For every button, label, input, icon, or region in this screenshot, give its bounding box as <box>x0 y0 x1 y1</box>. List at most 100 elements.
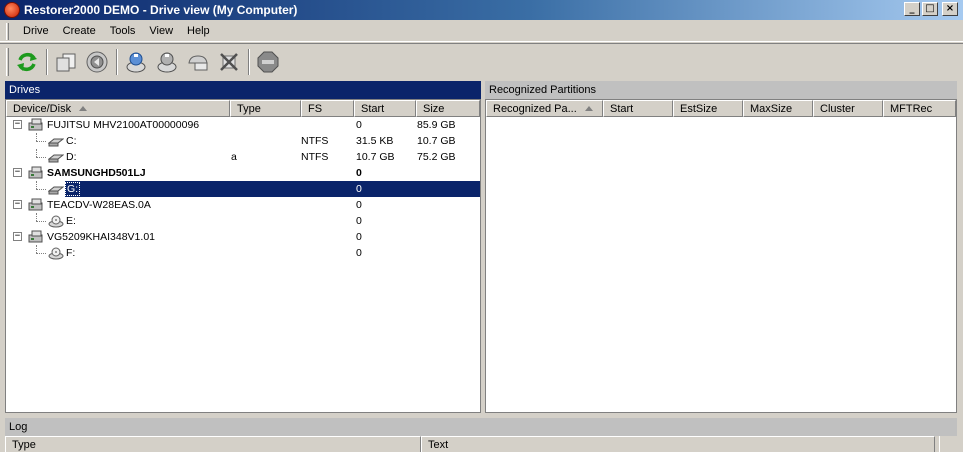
device-name: C: <box>66 135 77 147</box>
device-name: D: <box>66 151 77 163</box>
tree-line <box>36 133 37 141</box>
device-name: TEACDV-W28EAS.0A <box>47 199 151 211</box>
log-scrollbar[interactable] <box>939 436 957 452</box>
menu-view[interactable]: View <box>142 25 180 37</box>
column-mftrec[interactable]: MFTRec <box>883 100 956 117</box>
column-start[interactable]: Start <box>354 100 416 117</box>
toolbar <box>0 43 963 79</box>
copy-disk-button[interactable] <box>52 48 80 76</box>
column-size[interactable]: Size <box>416 100 480 117</box>
cell-start: 0 <box>356 215 362 227</box>
cdrom-icon <box>48 247 64 260</box>
device-name: G: <box>64 182 81 196</box>
menu-help[interactable]: Help <box>180 25 217 37</box>
menu-drive[interactable]: Drive <box>16 25 56 37</box>
hdd-icon <box>28 118 43 131</box>
cell-start: 10.7 GB <box>356 151 395 163</box>
column-maxsize[interactable]: MaxSize <box>743 100 813 117</box>
disk-row[interactable]: − VG5209KHAI348V1.01 0 <box>6 229 480 245</box>
tree-line <box>36 221 46 222</box>
scan-icon <box>126 52 146 72</box>
partition-row[interactable]: D: a NTFS 10.7 GB 75.2 GB <box>6 149 480 165</box>
delete-button[interactable] <box>215 48 243 76</box>
disk-row[interactable]: − TEACDV-W28EAS.0A 0 <box>6 197 480 213</box>
maximize-button[interactable]: □ <box>922 2 938 16</box>
device-name: FUJITSU MHV2100AT00000096 <box>47 119 200 131</box>
tree-line <box>36 157 46 158</box>
close-button[interactable]: × <box>942 2 958 16</box>
log-column-headers: Type Text <box>5 436 957 452</box>
column-cluster[interactable]: Cluster <box>813 100 883 117</box>
stop-icon <box>257 51 279 72</box>
column-device-disk[interactable]: Device/Disk <box>6 100 230 117</box>
cell-fs: NTFS <box>301 151 329 163</box>
title-bar: Restorer2000 DEMO - Drive view (My Compu… <box>0 0 963 20</box>
stop-button[interactable] <box>254 48 282 76</box>
cell-size: 75.2 GB <box>417 151 456 163</box>
cell-size: 10.7 GB <box>417 135 456 147</box>
cell-start: 0 <box>356 167 362 179</box>
column-log-type[interactable]: Type <box>5 436 421 452</box>
menu-grip <box>6 22 9 40</box>
device-name: F: <box>66 247 76 259</box>
tree-line <box>36 141 46 142</box>
column-log-text[interactable]: Text <box>421 436 935 452</box>
sort-ascending-icon <box>79 106 88 111</box>
refresh-icon <box>17 52 37 71</box>
cell-size: 85.9 GB <box>417 119 456 131</box>
find-button[interactable] <box>153 48 181 76</box>
cell-fs: NTFS <box>301 135 329 147</box>
delete-icon <box>220 52 238 71</box>
column-start[interactable]: Start <box>603 100 673 117</box>
cell-start: 31.5 KB <box>356 135 394 147</box>
column-fs[interactable]: FS <box>301 100 354 117</box>
tree-line <box>36 181 37 189</box>
column-recognized-partition[interactable]: Recognized Pa... <box>486 100 603 117</box>
cdrom-drive-icon <box>28 230 43 243</box>
disk-row[interactable]: − SAMSUNGHD501LJ 0 <box>6 165 480 181</box>
cell-start: 0 <box>356 119 362 131</box>
minimize-button[interactable]: _ <box>904 2 920 16</box>
sort-ascending-icon <box>584 106 593 111</box>
tree-line <box>36 149 37 157</box>
toolbar-separator <box>46 48 48 75</box>
column-type[interactable]: Type <box>230 100 301 117</box>
scan-button[interactable] <box>122 48 150 76</box>
collapse-icon[interactable]: − <box>13 232 22 241</box>
partitions-list[interactable]: Recognized Pa... Start EstSize MaxSize C… <box>485 99 957 413</box>
menu-create[interactable]: Create <box>56 25 103 37</box>
find-icon <box>157 52 177 72</box>
partition-row[interactable]: G: 0 <box>6 181 480 197</box>
partition-row[interactable]: F: 0 <box>6 245 480 261</box>
disk-image-button[interactable] <box>83 48 111 76</box>
device-name: VG5209KHAI348V1.01 <box>47 231 155 243</box>
cdrom-icon <box>48 215 64 228</box>
cell-start: 0 <box>356 183 362 195</box>
refresh-button[interactable] <box>13 48 41 76</box>
partitions-pane-header: Recognized Partitions <box>485 81 957 99</box>
menu-tools[interactable]: Tools <box>103 25 143 37</box>
toolbar-grip <box>6 47 9 76</box>
scan-region-button[interactable] <box>184 48 212 76</box>
app-icon[interactable] <box>4 2 20 18</box>
collapse-icon[interactable]: − <box>13 120 22 129</box>
log-pane-header: Log <box>5 418 957 436</box>
collapse-icon[interactable]: − <box>13 168 22 177</box>
drives-rows: − FUJITSU MHV2100AT00000096 0 85.9 GB C: NTFS… <box>6 117 480 261</box>
scan-region-icon <box>188 54 208 70</box>
tree-line <box>36 253 46 254</box>
partition-row[interactable]: E: 0 <box>6 213 480 229</box>
cell-start: 0 <box>356 231 362 243</box>
cdrom-drive-icon <box>28 198 43 211</box>
collapse-icon[interactable]: − <box>13 200 22 209</box>
column-estsize[interactable]: EstSize <box>673 100 743 117</box>
drives-tree[interactable]: Device/Disk Type FS Start Size − FUJITSU … <box>5 99 481 413</box>
copy-disk-icon <box>56 53 76 71</box>
toolbar-separator <box>116 48 118 75</box>
device-name: SAMSUNGHD501LJ <box>47 167 146 179</box>
tree-line <box>36 245 37 253</box>
tree-line <box>36 189 46 190</box>
hdd-icon <box>28 166 43 179</box>
disk-row[interactable]: − FUJITSU MHV2100AT00000096 0 85.9 GB <box>6 117 480 133</box>
partition-row[interactable]: C: NTFS 31.5 KB 10.7 GB <box>6 133 480 149</box>
